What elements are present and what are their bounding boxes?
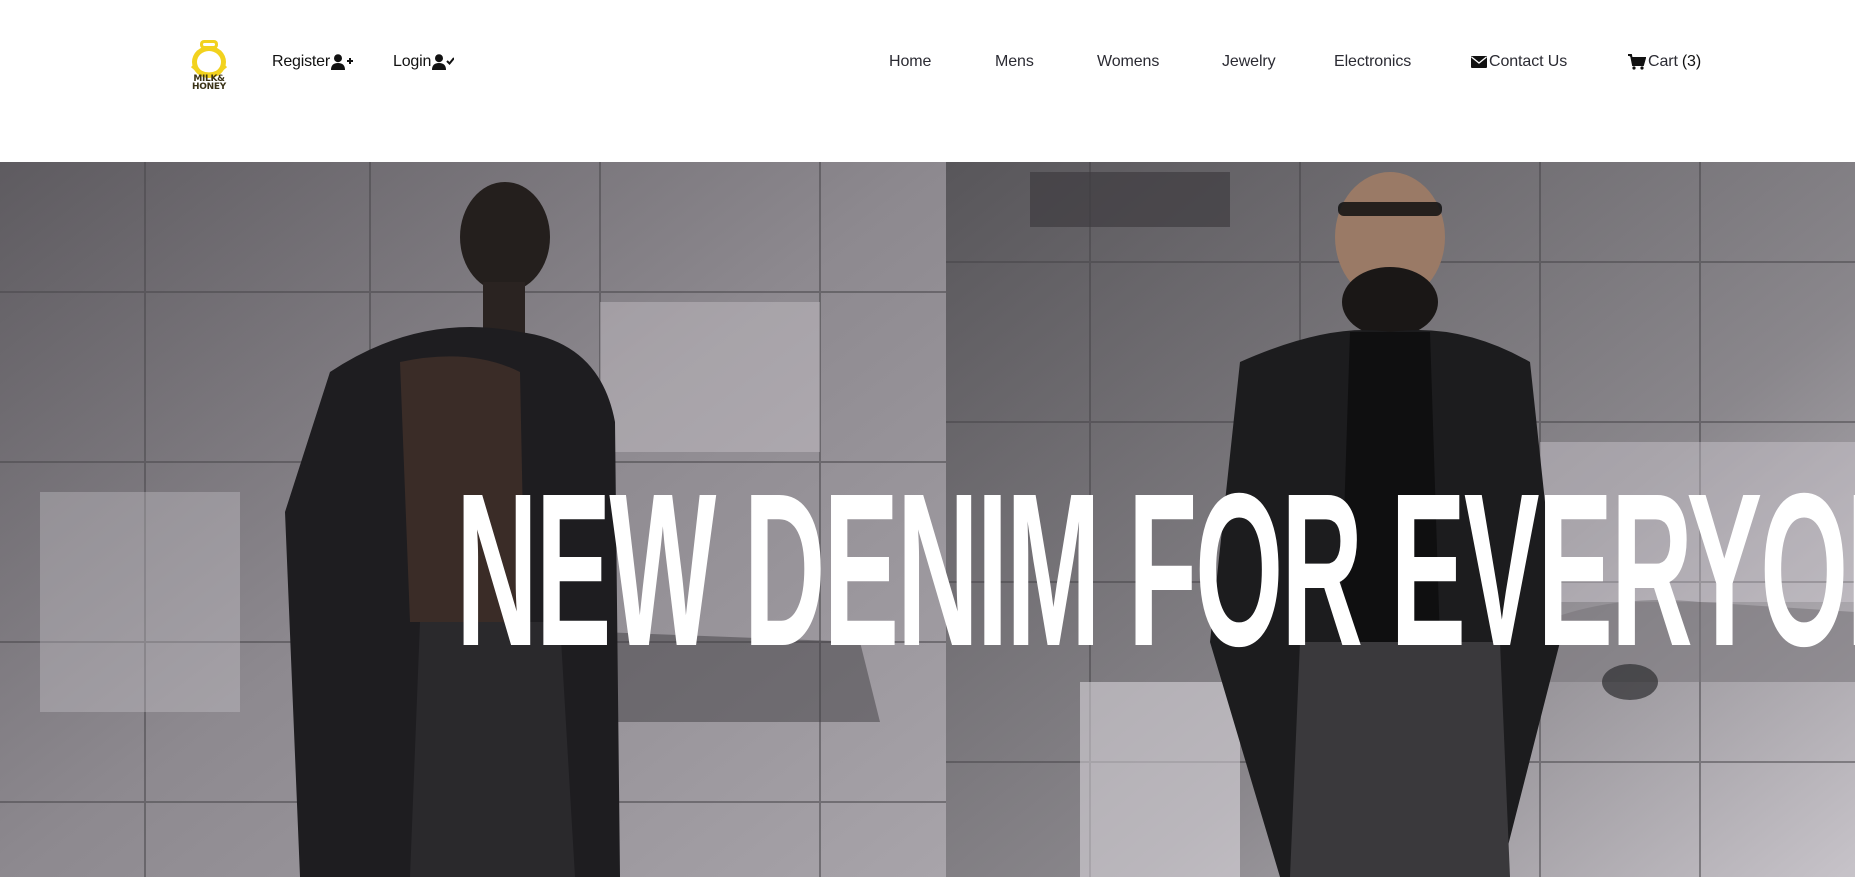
- hero-banner[interactable]: NEW DENIM FOR EVERYONE: [0, 162, 1855, 877]
- user-plus-icon: [330, 54, 353, 70]
- nav-mens[interactable]: Mens: [995, 50, 1034, 74]
- cart-label: Cart: [1648, 53, 1678, 70]
- nav-jewelry[interactable]: Jewelry: [1222, 50, 1276, 74]
- register-link[interactable]: Register: [272, 50, 353, 74]
- login-link[interactable]: Login: [393, 50, 455, 74]
- user-check-icon: [432, 54, 455, 70]
- shopping-cart-icon: [1628, 54, 1646, 70]
- cart-count-badge: (3): [1681, 53, 1702, 70]
- logo-text-line2: HONEY: [192, 82, 226, 92]
- hero-headline: NEW DENIM FOR EVERYONE: [456, 449, 1855, 692]
- login-label: Login: [393, 53, 432, 70]
- contact-label: Contact Us: [1489, 53, 1568, 70]
- nav-cart[interactable]: Cart (3): [1628, 50, 1701, 74]
- envelope-icon: [1471, 56, 1487, 68]
- nav-home[interactable]: Home: [889, 50, 931, 74]
- register-label: Register: [272, 53, 330, 70]
- site-header: MILK& HONEY Register Login Home Mens Wom…: [0, 0, 1855, 162]
- nav-electronics[interactable]: Electronics: [1334, 50, 1411, 74]
- nav-contact-us[interactable]: Contact Us: [1471, 50, 1567, 74]
- nav-womens[interactable]: Womens: [1097, 50, 1159, 74]
